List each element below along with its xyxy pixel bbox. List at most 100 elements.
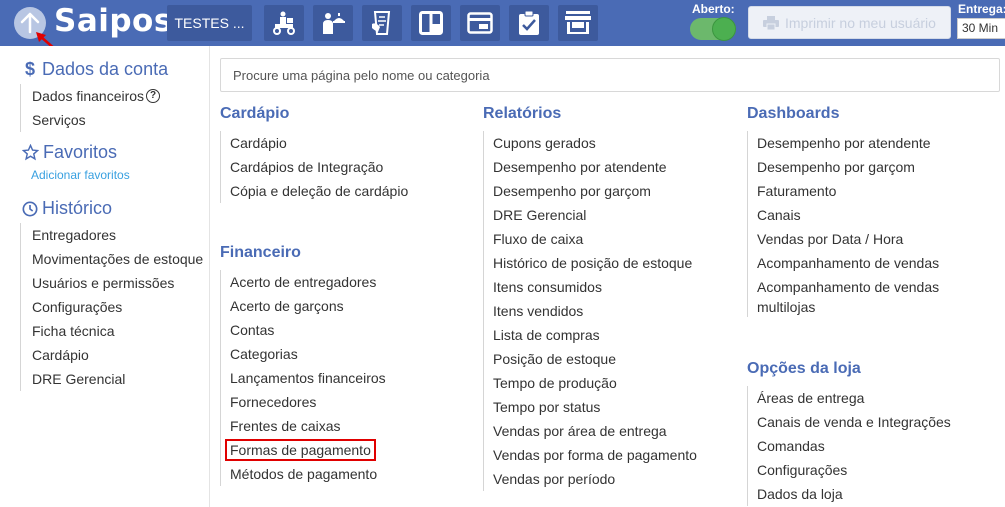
favorites-section-title: Favoritos xyxy=(22,142,117,163)
category-title: Relatórios xyxy=(483,105,562,122)
menu-link[interactable]: Métodos de pagamento xyxy=(230,462,470,486)
category-title: Dashboards xyxy=(747,105,840,122)
menu-link[interactable]: Vendas por Data / Hora xyxy=(757,227,997,251)
menu-link[interactable]: Cardápios de Integração xyxy=(230,155,470,179)
menu-link[interactable]: Configurações xyxy=(757,458,997,482)
sidebar-item-history[interactable]: Cardápio xyxy=(32,343,203,367)
category-list: Cardápio Cardápios de Integração Cópia e… xyxy=(220,131,470,203)
top-bar: Saipos TESTES ... Aberto: Imprimir no me… xyxy=(0,0,1005,46)
clipboard-check-icon xyxy=(519,10,539,35)
category-title: Financeiro xyxy=(220,244,301,261)
account-section-title: $ Dados da conta xyxy=(22,59,168,80)
menu-link[interactable]: Frentes de caixas xyxy=(230,414,470,438)
card-reader-icon xyxy=(467,12,493,34)
menu-link[interactable]: Lista de compras xyxy=(493,323,738,347)
sidebar: $ Dados da conta Dados financeiros ? Ser… xyxy=(0,46,210,507)
open-status-toggle[interactable] xyxy=(690,17,736,41)
print-user-button[interactable]: Imprimir no meu usuário xyxy=(748,6,951,39)
menu-link[interactable]: Desempenho por atendente xyxy=(493,155,738,179)
order-ticket-icon xyxy=(372,11,391,35)
category-opcoes-loja: Opções da loja Áreas de entrega Canais d… xyxy=(747,357,997,506)
kanban-board-icon xyxy=(419,11,443,35)
waiter-icon xyxy=(323,13,345,34)
print-user-label: Imprimir no meu usuário xyxy=(785,14,936,31)
toggle-knob xyxy=(712,17,736,41)
menu-link[interactable]: Acompanhamento de vendas multilojas xyxy=(757,275,957,317)
storefront-icon xyxy=(565,11,591,34)
category-title: Cardápio xyxy=(220,105,290,122)
favorites-list: Adicionar favoritos xyxy=(20,165,130,185)
tasks-button[interactable] xyxy=(509,5,549,41)
menu-link[interactable]: DRE Gerencial xyxy=(493,203,738,227)
menu-link[interactable]: Cópia e deleção de cardápio xyxy=(230,179,470,203)
menu-link[interactable]: Cardápio xyxy=(230,131,470,155)
open-status-label: Aberto: xyxy=(692,2,735,16)
category-cardapio: Cardápio Cardápio Cardápios de Integraçã… xyxy=(220,102,470,203)
menu-link[interactable]: Canais de venda e Integrações xyxy=(757,410,997,434)
category-dashboards: Dashboards Desempenho por atendente Dese… xyxy=(747,102,997,317)
menu-link[interactable]: Itens vendidos xyxy=(493,299,738,323)
category-financeiro: Financeiro Acerto de entregadores Acerto… xyxy=(220,241,470,486)
sidebar-item-history[interactable]: Usuários e permissões xyxy=(32,271,203,295)
menu-link[interactable]: Cupons gerados xyxy=(493,131,738,155)
menu-link[interactable]: Itens consumidos xyxy=(493,275,738,299)
menu-link[interactable]: Áreas de entrega xyxy=(757,386,997,410)
history-list: Entregadores Movimentações de estoque Us… xyxy=(20,223,203,391)
menu-link[interactable]: Acerto de garçons xyxy=(230,294,470,318)
kanban-button[interactable] xyxy=(411,5,451,41)
menu-link[interactable]: Fluxo de caixa xyxy=(493,227,738,251)
category-list: Desempenho por atendente Desempenho por … xyxy=(747,131,997,317)
menu-link[interactable]: Desempenho por atendente xyxy=(757,131,997,155)
category-list: Acerto de entregadores Acerto de garçons… xyxy=(220,270,470,486)
orders-button[interactable] xyxy=(362,5,402,41)
sidebar-item-history[interactable]: Configurações xyxy=(32,295,203,319)
star-icon xyxy=(22,144,39,161)
help-icon[interactable]: ? xyxy=(146,89,161,103)
waiter-button[interactable] xyxy=(313,5,353,41)
sidebar-item-services[interactable]: Serviços xyxy=(32,108,160,132)
highlighted-link-label: Formas de pagamento xyxy=(225,439,376,461)
sidebar-item-history[interactable]: Entregadores xyxy=(32,223,203,247)
menu-link[interactable]: Posição de estoque xyxy=(493,347,738,371)
store-selector-button[interactable]: TESTES ... xyxy=(167,5,252,41)
add-favorites-link[interactable]: Adicionar favoritos xyxy=(31,165,130,185)
card-button[interactable] xyxy=(460,5,500,41)
sidebar-item-history[interactable]: DRE Gerencial xyxy=(32,367,203,391)
category-list: Áreas de entrega Canais de venda e Integ… xyxy=(747,386,997,506)
menu-link[interactable]: Dados da loja xyxy=(757,482,997,506)
menu-link[interactable]: Desempenho por garçom xyxy=(757,155,997,179)
menu-link[interactable]: Acompanhamento de vendas xyxy=(757,251,997,275)
menu-link[interactable]: Contas xyxy=(230,318,470,342)
delivery-time-select[interactable]: 30 Min xyxy=(957,18,1005,39)
delivery-time-label: Entrega: xyxy=(958,2,1005,16)
menu-link[interactable]: Categorias xyxy=(230,342,470,366)
menu-link[interactable]: Vendas por período xyxy=(493,467,738,491)
page-search-input[interactable] xyxy=(220,58,1000,92)
payment-forms-link[interactable]: Formas de pagamento xyxy=(225,438,470,462)
menu-link[interactable]: Canais xyxy=(757,203,997,227)
menu-link[interactable]: Lançamentos financeiros xyxy=(230,366,470,390)
category-relatorios: Relatórios Cupons gerados Desempenho por… xyxy=(483,102,738,491)
menu-link[interactable]: Faturamento xyxy=(757,179,997,203)
menu-link[interactable]: Desempenho por garçom xyxy=(493,179,738,203)
menu-link[interactable]: Tempo por status xyxy=(493,395,738,419)
account-list: Dados financeiros ? Serviços xyxy=(20,84,161,132)
store-button[interactable] xyxy=(558,5,598,41)
category-list: Cupons gerados Desempenho por atendente … xyxy=(483,131,738,491)
app-logo[interactable]: Saipos xyxy=(54,3,173,39)
delivery-button[interactable] xyxy=(264,5,304,41)
menu-link[interactable]: Vendas por forma de pagamento xyxy=(493,443,738,467)
clock-icon xyxy=(22,201,38,216)
category-title: Opções da loja xyxy=(747,360,861,377)
delivery-scooter-icon xyxy=(273,11,295,35)
menu-link[interactable]: Histórico de posição de estoque xyxy=(493,251,738,275)
menu-link[interactable]: Comandas xyxy=(757,434,997,458)
menu-link[interactable]: Tempo de produção xyxy=(493,371,738,395)
sidebar-item-financial-data[interactable]: Dados financeiros ? xyxy=(32,84,161,108)
menu-link[interactable]: Fornecedores xyxy=(230,390,470,414)
sidebar-item-history[interactable]: Movimentações de estoque xyxy=(32,247,203,271)
sidebar-item-history[interactable]: Ficha técnica xyxy=(32,319,203,343)
menu-link[interactable]: Vendas por área de entrega xyxy=(493,419,738,443)
history-section-title: Histórico xyxy=(22,198,112,219)
menu-link[interactable]: Acerto de entregadores xyxy=(230,270,470,294)
